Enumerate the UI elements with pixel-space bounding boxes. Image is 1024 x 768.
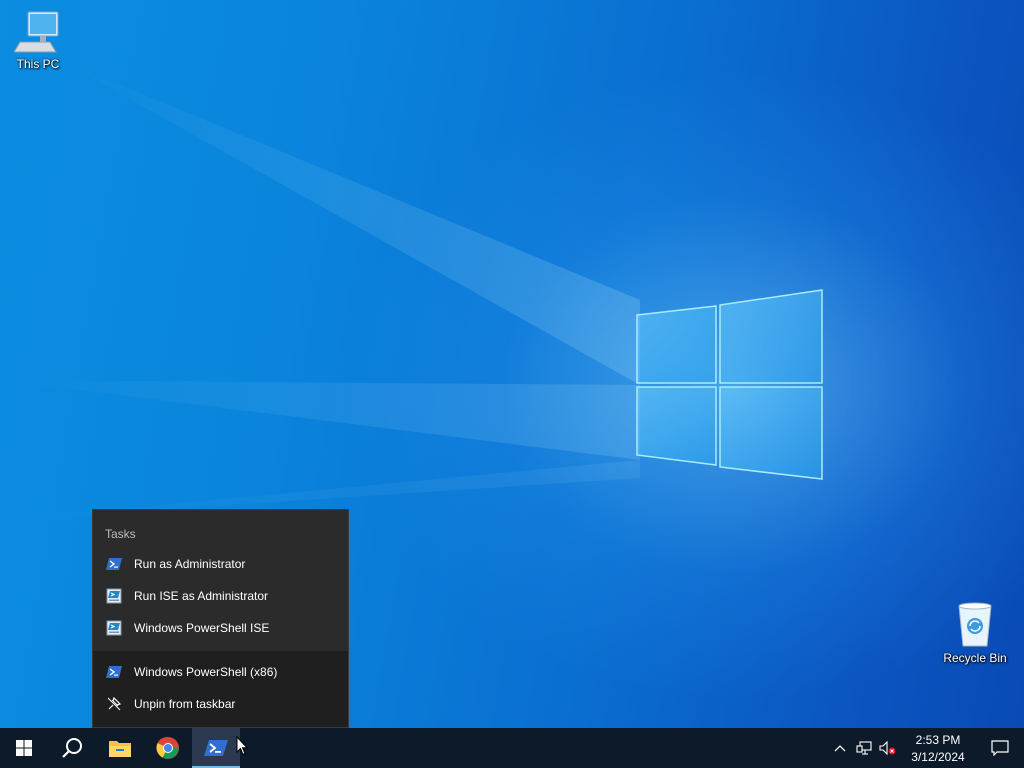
file-explorer-icon (109, 741, 131, 757)
jump-list-actions-section: Windows PowerShell (x86) Unpin from task… (93, 651, 348, 727)
this-pc-icon (14, 11, 59, 53)
powershell-icon (204, 740, 228, 756)
windows-powershell-ise-label: Windows PowerShell ISE (134, 621, 270, 635)
recycle-bin-desktop-icon[interactable]: Recycle Bin (937, 602, 1013, 665)
taskbar: 2:53 PM 3/12/2024 (0, 728, 1024, 768)
start-button[interactable] (0, 728, 48, 768)
windows-powershell-x86-item[interactable]: Windows PowerShell (x86) (93, 656, 348, 688)
action-center-icon (991, 740, 1009, 756)
action-center-button[interactable] (976, 728, 1024, 768)
chrome-button[interactable] (144, 728, 192, 768)
powershell-taskbar-button[interactable] (192, 728, 240, 768)
run-as-administrator-label: Run as Administrator (134, 557, 246, 571)
windows-powershell-x86-label: Windows PowerShell (x86) (134, 665, 278, 679)
powershell-ise-icon (106, 588, 122, 604)
recycle-bin-icon (958, 602, 992, 647)
mouse-cursor-icon (236, 736, 248, 756)
start-icon (16, 740, 32, 756)
search-icon (62, 738, 82, 758)
volume-button[interactable] (876, 728, 900, 768)
jump-list-tasks-section: Tasks Run as Administrator Run ISE as Ad… (93, 510, 348, 651)
unpin-from-taskbar-label: Unpin from taskbar (134, 697, 236, 711)
chevron-up-icon (834, 745, 846, 752)
clock[interactable]: 2:53 PM 3/12/2024 (900, 731, 976, 766)
clock-time: 2:53 PM (915, 732, 961, 747)
unpin-icon (106, 696, 122, 712)
unpin-from-taskbar-item[interactable]: Unpin from taskbar (93, 688, 348, 720)
network-icon (856, 741, 872, 755)
show-hidden-icons-button[interactable] (828, 728, 852, 768)
powershell-jump-list: Tasks Run as Administrator Run ISE as Ad… (92, 509, 349, 728)
search-button[interactable] (48, 728, 96, 768)
clock-date: 3/12/2024 (911, 749, 965, 764)
this-pc-desktop-icon[interactable]: This PC (0, 8, 76, 71)
recycle-bin-label: Recycle Bin (943, 651, 1007, 665)
run-ise-as-administrator-label: Run ISE as Administrator (134, 589, 269, 603)
this-pc-label: This PC (16, 57, 60, 71)
powershell-ise-icon (106, 620, 122, 636)
powershell-icon (106, 556, 122, 572)
file-explorer-button[interactable] (96, 728, 144, 768)
network-button[interactable] (852, 728, 876, 768)
windows-powershell-ise-item[interactable]: Windows PowerShell ISE (93, 612, 348, 644)
volume-muted-icon (879, 741, 896, 755)
jump-list-heading: Tasks (105, 527, 136, 541)
chrome-icon (156, 736, 179, 759)
system-tray: 2:53 PM 3/12/2024 (828, 728, 1024, 768)
run-as-administrator-item[interactable]: Run as Administrator (93, 548, 348, 580)
powershell-icon (106, 664, 122, 680)
run-ise-as-administrator-item[interactable]: Run ISE as Administrator (93, 580, 348, 612)
